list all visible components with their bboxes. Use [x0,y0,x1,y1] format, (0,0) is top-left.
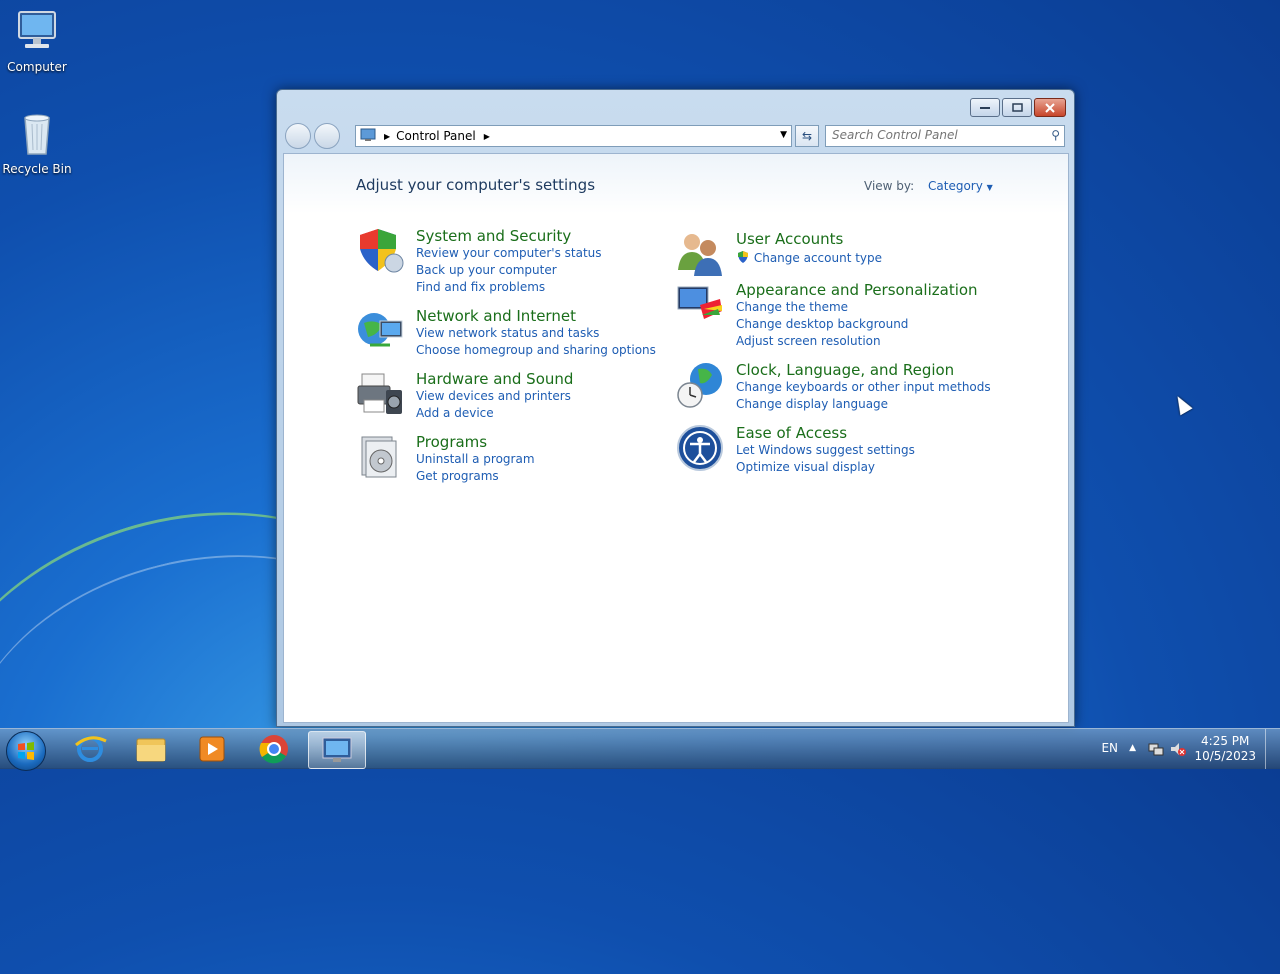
forward-button[interactable] [314,123,340,149]
category-title[interactable]: Clock, Language, and Region [736,361,991,379]
category-link-text: Change account type [753,251,883,265]
category-title[interactable]: Programs [416,433,535,451]
desktop-icon-label: Recycle Bin [2,162,72,176]
category-link[interactable]: Uninstall a program [416,451,535,468]
breadcrumb-control-panel[interactable]: Control Panel [396,129,476,143]
control-panel-window: ▶ Control Panel ▶ ▼ ⇆ ⚲ Adjust your comp… [276,89,1075,727]
navigation-bar: ▶ Control Panel ▶ ▼ ⇆ ⚲ [285,123,1065,149]
system-tray: EN ▲ 4:25 PM 10/5/2023 [1080,729,1280,769]
clock-time: 4:25 PM [1201,734,1250,748]
recycle-bin-icon [13,110,61,158]
category-link[interactable]: View network status and tasks [416,325,656,342]
address-bar[interactable]: ▶ Control Panel ▶ ▼ [355,125,792,147]
media-player-icon [199,736,225,762]
category-title[interactable]: Ease of Access [736,424,915,442]
category-title[interactable]: System and Security [416,227,602,245]
refresh-button[interactable]: ⇆ [795,125,819,147]
maximize-button[interactable] [1002,98,1032,117]
search-box[interactable]: ⚲ [825,125,1065,147]
taskbar-chrome[interactable] [246,731,302,767]
category-title[interactable]: User Accounts [736,230,882,248]
category-link[interactable]: Back up your computer [416,262,602,279]
computer-icon [13,8,61,56]
category-title[interactable]: Network and Internet [416,307,656,325]
category-link[interactable]: Find and fix problems [416,279,602,296]
category-link[interactable]: Let Windows suggest settings [736,442,915,459]
view-by: View by: Category ▼ [864,179,993,193]
programs-icon[interactable] [356,433,404,481]
uac-shield-icon [738,251,748,263]
close-icon [1045,102,1055,113]
language-indicator[interactable]: EN [1101,741,1118,755]
clock-globe-icon[interactable] [676,361,724,409]
category-link[interactable]: Review your computer's status [416,245,602,262]
taskbar-file-explorer[interactable] [123,731,179,767]
category-title[interactable]: Hardware and Sound [416,370,573,388]
category-link[interactable]: Change account type [736,250,882,267]
window-controls [968,98,1066,117]
network-icon[interactable] [1148,741,1164,760]
view-by-label: View by: [864,179,915,193]
users-icon[interactable] [676,230,724,278]
internet-explorer-icon [75,736,107,762]
desktop-icon-recycle-bin[interactable]: Recycle Bin [0,110,74,176]
taskbar: EN ▲ 4:25 PM 10/5/2023 [0,728,1280,771]
minimize-icon [980,106,990,109]
category-link[interactable]: Optimize visual display [736,459,915,476]
category-link[interactable]: Change display language [736,396,991,413]
address-dropdown-icon[interactable]: ▼ [780,130,787,140]
taskbar-internet-explorer[interactable] [62,731,118,767]
search-icon[interactable]: ⚲ [1051,128,1060,142]
shield-icon[interactable] [356,227,404,275]
category-link[interactable]: Change desktop background [736,316,978,333]
network-globe-icon[interactable] [356,307,404,355]
category-link[interactable]: Add a device [416,405,573,422]
view-by-value: Category [928,179,983,193]
show-desktop-button[interactable] [1265,729,1280,769]
control-panel-icon [322,737,352,762]
file-explorer-icon [136,738,166,762]
clock[interactable]: 4:25 PM 10/5/2023 [1194,734,1256,764]
desktop-icon-label: Computer [7,60,67,74]
volume-muted-icon[interactable] [1170,741,1186,760]
windows-logo-icon [18,742,34,760]
control-panel-small-icon [360,128,376,145]
show-hidden-icons-icon[interactable]: ▲ [1129,743,1136,753]
start-button[interactable] [6,731,46,771]
category-link[interactable]: Change keyboards or other input methods [736,379,991,396]
page-title: Adjust your computer's settings [356,176,596,194]
category-link[interactable]: Get programs [416,468,535,485]
restore-icon [1011,103,1023,112]
category-link[interactable]: Choose homegroup and sharing options [416,342,656,359]
category-link[interactable]: Adjust screen resolution [736,333,978,350]
close-button[interactable] [1034,98,1066,117]
category-title[interactable]: Appearance and Personalization [736,281,978,299]
ease-of-access-icon[interactable] [676,424,724,472]
printer-icon[interactable] [356,370,404,418]
minimize-button[interactable] [970,98,1000,117]
taskbar-media-player[interactable] [184,731,240,767]
control-panel-content: Adjust your computer's settings View by:… [283,153,1069,723]
search-input[interactable] [826,126,1043,144]
clock-date: 10/5/2023 [1194,749,1256,763]
monitor-palette-icon[interactable] [676,281,724,329]
mouse-cursor-icon [1171,392,1193,416]
dropdown-arrow-icon: ▼ [986,183,993,192]
desktop-icon-computer[interactable]: Computer [0,8,74,74]
category-link[interactable]: View devices and printers [416,388,573,405]
taskbar-control-panel[interactable] [308,731,366,769]
back-button[interactable] [285,123,311,149]
view-by-dropdown[interactable]: Category ▼ [928,179,993,193]
chrome-icon [259,735,288,764]
category-link[interactable]: Change the theme [736,299,978,316]
refresh-icon: ⇆ [801,129,813,143]
breadcrumb-arrow-icon[interactable]: ▶ [484,132,490,141]
breadcrumb-arrow-icon: ▶ [384,131,391,141]
